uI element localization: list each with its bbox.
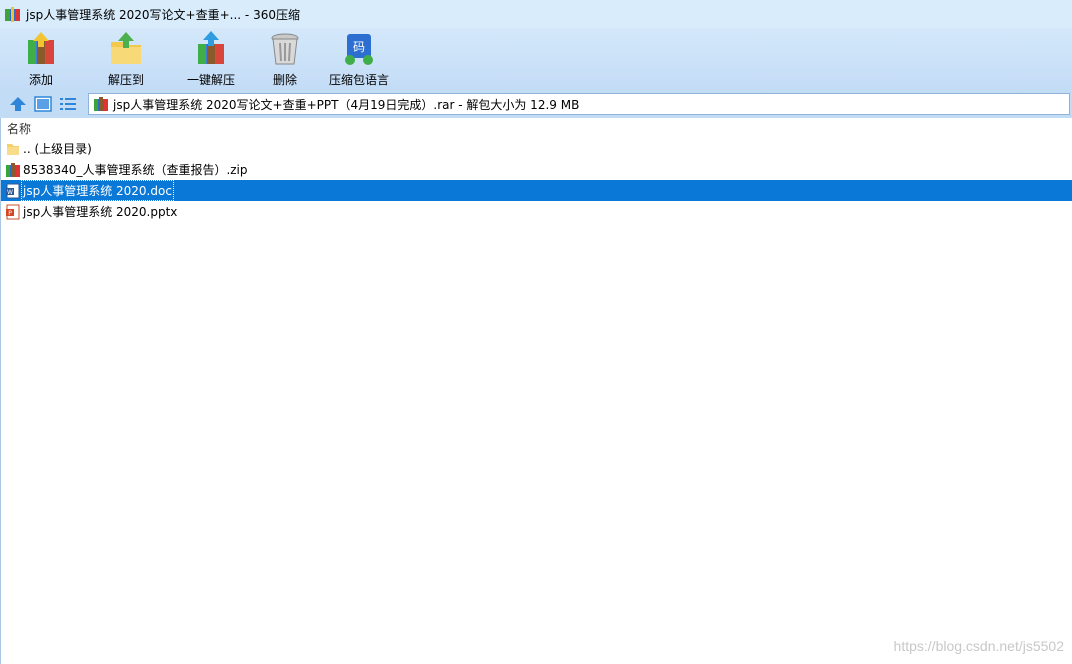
up-level-button[interactable] xyxy=(8,95,28,113)
one-click-extract-icon xyxy=(198,31,224,64)
rar-archive-icon xyxy=(94,97,108,111)
window-title: jsp人事管理系统 2020写论文+查重+... - 360压缩 xyxy=(26,7,300,22)
list-item-parent-directory[interactable]: .. (上级目录) xyxy=(1,138,1072,159)
path-field[interactable]: jsp人事管理系统 2020写论文+查重+PPT（4月19日完成）.rar - … xyxy=(88,93,1070,115)
navigation-bar: jsp人事管理系统 2020写论文+查重+PPT（4月19日完成）.rar - … xyxy=(0,90,1072,118)
one-click-extract-button[interactable]: 一键解压 xyxy=(178,28,244,88)
app-archive-icon xyxy=(5,6,20,22)
list-view-button[interactable] xyxy=(58,95,78,113)
arrow-up-icon xyxy=(10,97,26,111)
add-archive-icon xyxy=(28,32,54,64)
svg-text:码: 码 xyxy=(353,40,365,54)
watermark: https://blog.csdn.net/js5502 xyxy=(893,638,1064,654)
svg-text:P: P xyxy=(8,210,12,217)
list-item-pptx[interactable]: P jsp人事管理系统 2020.pptx xyxy=(1,201,1072,222)
list-view-icon xyxy=(60,98,76,110)
word-doc-icon: W xyxy=(6,183,20,198)
toolbar: 添加 解压到 一键解压 删除 码 压缩包语言 xyxy=(0,28,1072,90)
folder-icon xyxy=(7,143,19,155)
delete-button[interactable]: 删除 xyxy=(260,28,310,88)
list-item-zip[interactable]: 8538340_人事管理系统（查重报告）.zip xyxy=(1,159,1072,180)
zip-archive-icon xyxy=(6,162,20,177)
title-bar: jsp人事管理系统 2020写论文+查重+... - 360压缩 xyxy=(0,0,1072,28)
powerpoint-icon: P xyxy=(6,204,20,219)
svg-text:W: W xyxy=(7,189,13,196)
path-text: jsp人事管理系统 2020写论文+查重+PPT（4月19日完成）.rar - … xyxy=(113,97,580,112)
list-item-doc[interactable]: W jsp人事管理系统 2020.doc xyxy=(1,180,1072,201)
archive-language-button[interactable]: 码 压缩包语言 xyxy=(322,28,396,88)
column-header-name[interactable]: 名称 xyxy=(1,118,1072,138)
extract-to-button[interactable]: 解压到 xyxy=(82,28,170,88)
extract-to-icon xyxy=(111,32,141,64)
thumbnail-view-icon xyxy=(34,96,52,112)
archive-language-icon: 码 xyxy=(345,34,373,65)
thumbnail-view-button[interactable] xyxy=(33,95,53,113)
add-button[interactable]: 添加 xyxy=(10,28,72,88)
delete-trash-icon xyxy=(271,33,299,65)
file-list: 名称 .. (上级目录) 8538340_人事管理系统（查重报告）.zip W … xyxy=(0,118,1072,664)
